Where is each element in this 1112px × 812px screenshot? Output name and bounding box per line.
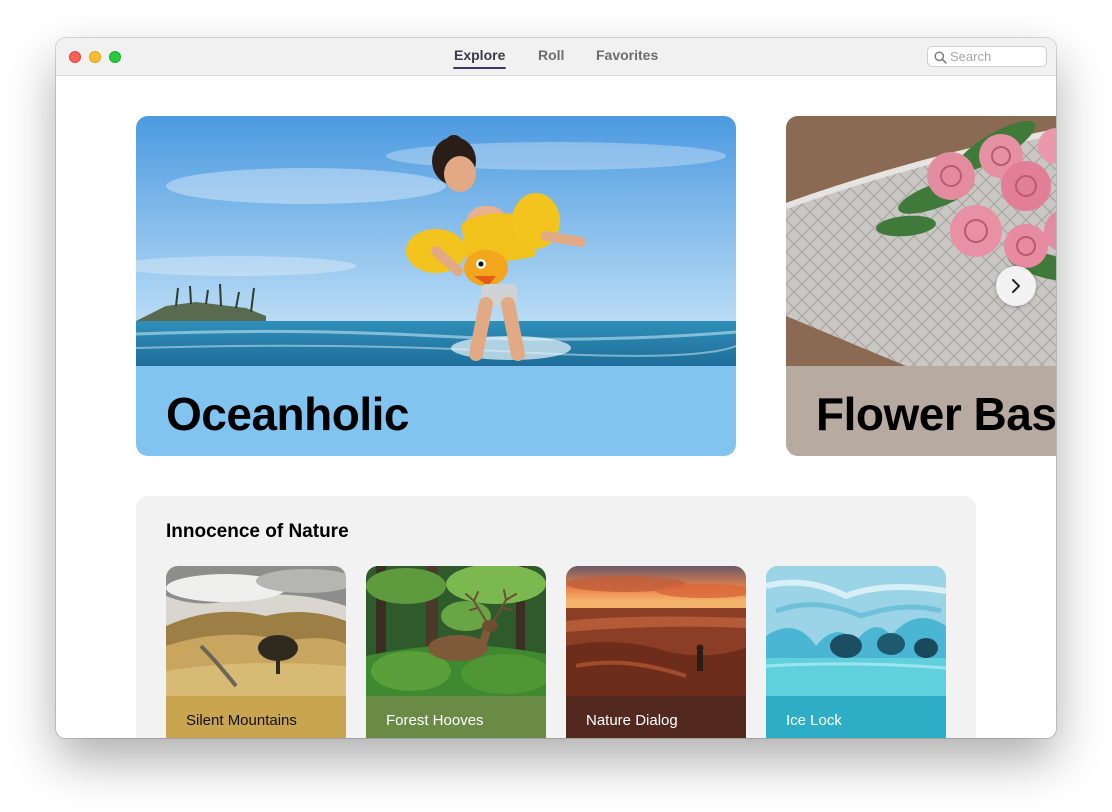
collection-card-ice-lock[interactable]: Ice Lock (766, 566, 946, 738)
featured-title: Oceanholic (166, 388, 409, 440)
featured-title: Flower Basket (816, 388, 1056, 440)
search-field[interactable] (927, 46, 1047, 67)
canyon-photo (566, 566, 746, 696)
collection-section: Innocence of Nature Silent Mountains For… (136, 496, 976, 738)
title-bar: Explore Roll Favorites (56, 38, 1056, 76)
mountains-photo (166, 566, 346, 696)
card-label: Nature Dialog (586, 712, 678, 729)
carousel-next-button[interactable] (996, 266, 1036, 306)
chevron-right-icon (1012, 279, 1020, 293)
collection-card-forest-hooves[interactable]: Forest Hooves (366, 566, 546, 738)
search-input[interactable] (950, 48, 1042, 65)
ice-cave-photo (766, 566, 946, 696)
card-label: Forest Hooves (386, 712, 484, 729)
card-label: Silent Mountains (186, 712, 297, 729)
tab-roll[interactable]: Roll (538, 46, 564, 70)
card-label: Ice Lock (786, 712, 842, 729)
flower-basket-photo (786, 116, 1056, 366)
minimize-window-button[interactable] (89, 51, 101, 63)
tab-explore[interactable]: Explore (452, 46, 507, 70)
featured-card-oceanholic[interactable]: Oceanholic (136, 116, 736, 456)
tab-favorites[interactable]: Favorites (596, 46, 658, 70)
collection-card-silent-mountains[interactable]: Silent Mountains (166, 566, 346, 738)
collection-title: Innocence of Nature (166, 521, 349, 542)
beach-photo (136, 116, 736, 366)
collection-card-nature-dialog[interactable]: Nature Dialog (566, 566, 746, 738)
search-icon (934, 51, 947, 64)
explore-content: Oceanholic Flower Bas Innocence of Natur… (56, 76, 1056, 738)
close-window-button[interactable] (69, 51, 81, 63)
forest-deer-photo (366, 566, 546, 696)
app-window: Explore Roll Favorites Search Oceanholic… (56, 38, 1056, 738)
zoom-window-button[interactable] (109, 51, 121, 63)
